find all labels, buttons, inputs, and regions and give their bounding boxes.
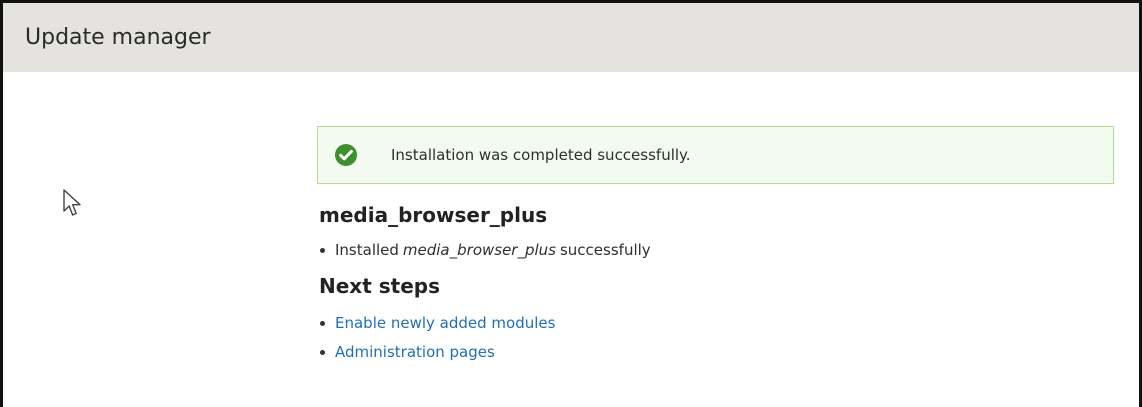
mouse-pointer-icon [63,189,81,216]
bullet-icon [320,247,325,253]
installation-result-item: Installed media_browser_plus successfull… [320,238,1114,262]
next-steps-list: Enable newly added modules Administratio… [320,309,1114,367]
page-title: Update manager [25,25,211,50]
result-prefix: Installed [335,241,399,259]
bullet-icon [320,321,325,326]
success-message: Installation was completed successfully. [317,126,1114,184]
enable-modules-link[interactable]: Enable newly added modules [335,309,555,338]
administration-pages-link[interactable]: Administration pages [335,338,495,367]
result-module-name: media_browser_plus [402,241,556,259]
installation-results: Installed media_browser_plus successfull… [320,238,1114,262]
success-message-text: Installation was completed successfully. [391,146,691,164]
bullet-icon [320,350,325,355]
check-circle-icon [334,143,358,167]
next-steps-heading: Next steps [319,274,440,298]
result-suffix: successfully [559,241,651,259]
next-step-item: Enable newly added modules [320,309,1114,338]
main-content: Installation was completed successfully.… [317,126,1114,367]
next-step-item: Administration pages [320,338,1114,367]
page-header: Update manager [3,3,1139,72]
update-manager-window: Update manager Installation was complete… [0,0,1142,407]
module-heading: media_browser_plus [319,203,548,227]
